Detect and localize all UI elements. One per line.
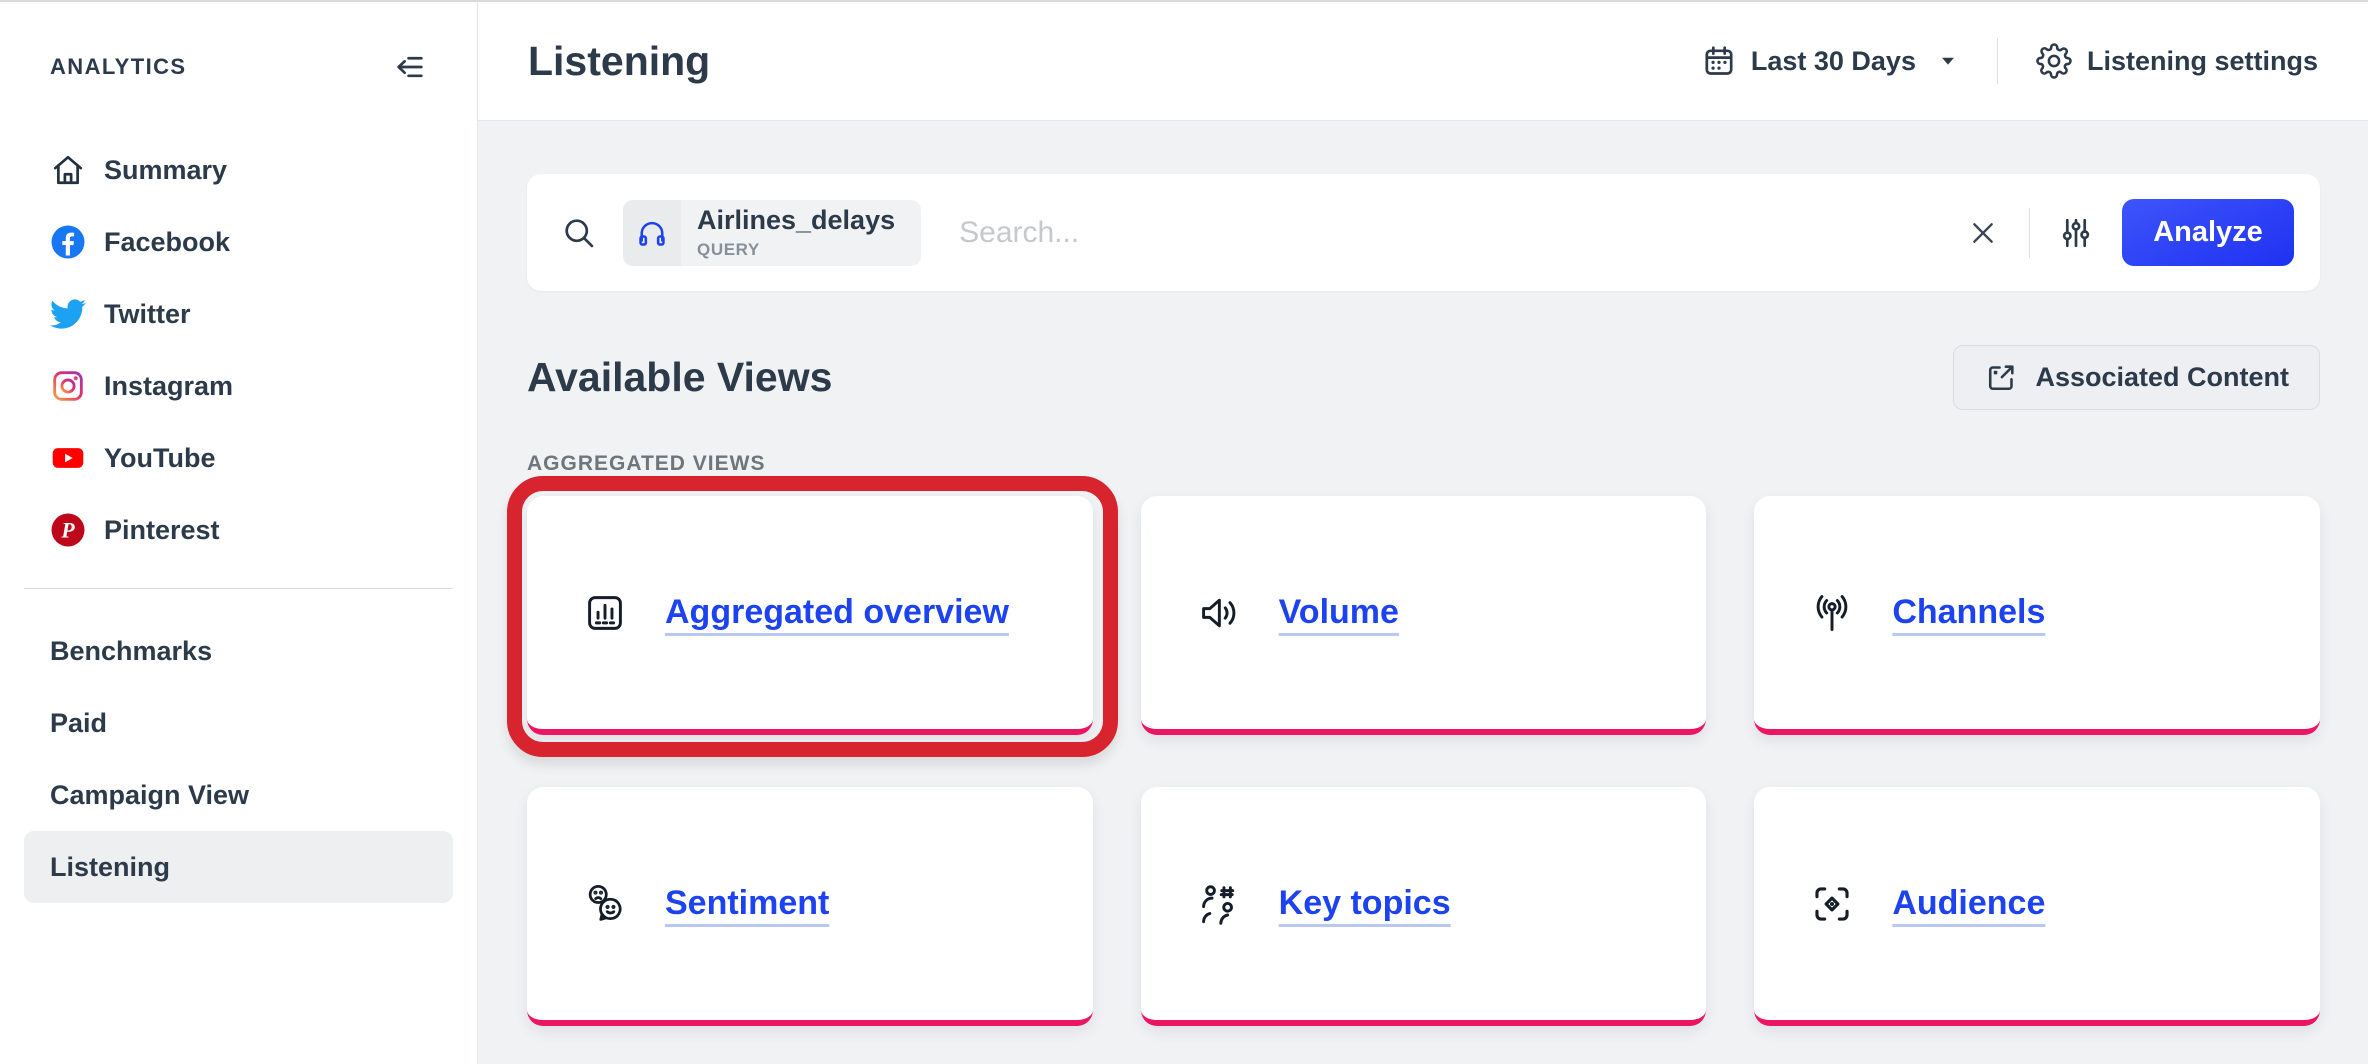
sidebar-item-youtube[interactable]: YouTube bbox=[24, 422, 453, 494]
pinterest-icon: P bbox=[50, 512, 86, 548]
channels-link[interactable]: Channels bbox=[1892, 593, 2045, 632]
clear-search-button[interactable] bbox=[1967, 217, 1999, 249]
volume-link[interactable]: Volume bbox=[1279, 593, 1399, 632]
sidebar-primary-nav: Summary Facebook Twitter bbox=[0, 134, 477, 566]
page-title: Listening bbox=[528, 38, 710, 85]
sidebar-item-campaign-view[interactable]: Campaign View bbox=[24, 759, 453, 831]
external-content-icon bbox=[1984, 361, 2018, 395]
sidebar-secondary-nav: Benchmarks Paid Campaign View Listening bbox=[0, 615, 477, 903]
associated-content-label: Associated Content bbox=[2035, 362, 2289, 393]
date-range-label: Last 30 Days bbox=[1751, 46, 1916, 77]
content-area: Airlines_delays QUERY bbox=[478, 121, 2368, 1064]
brand-label: ANALYTICS bbox=[50, 54, 186, 80]
sidebar-item-summary[interactable]: Summary bbox=[24, 134, 453, 206]
sidebar-item-label: Instagram bbox=[104, 371, 233, 402]
view-card-volume[interactable]: Volume bbox=[1141, 496, 1707, 735]
date-range-picker[interactable]: Last 30 Days bbox=[1702, 44, 1959, 78]
sidebar: ANALYTICS Summary bbox=[0, 2, 478, 1064]
sidebar-item-label: Summary bbox=[104, 155, 227, 186]
listening-settings-label: Listening settings bbox=[2087, 46, 2318, 77]
query-chip-label: Airlines_delays bbox=[697, 205, 895, 236]
page-header: Listening Last 30 Days bbox=[478, 2, 2368, 121]
main-area: Listening Last 30 Days bbox=[478, 2, 2368, 1064]
home-icon bbox=[50, 152, 86, 188]
sidebar-item-paid[interactable]: Paid bbox=[24, 687, 453, 759]
view-card-aggregated-overview[interactable]: Aggregated overview bbox=[527, 496, 1093, 735]
bar-chart-icon bbox=[583, 591, 627, 635]
sidebar-item-label: Twitter bbox=[104, 299, 191, 330]
view-card-key-topics[interactable]: Key topics bbox=[1141, 787, 1707, 1026]
search-input[interactable] bbox=[959, 216, 1967, 250]
sidebar-header: ANALYTICS bbox=[0, 2, 477, 84]
calendar-icon bbox=[1702, 44, 1736, 78]
query-chip[interactable]: Airlines_delays QUERY bbox=[623, 200, 921, 266]
sidebar-item-label: YouTube bbox=[104, 443, 215, 474]
sidebar-item-label: Benchmarks bbox=[50, 636, 212, 667]
sidebar-item-pinterest[interactable]: P Pinterest bbox=[24, 494, 453, 566]
views-title: Available Views bbox=[527, 354, 832, 401]
collapse-sidebar-icon bbox=[393, 50, 427, 84]
antenna-icon bbox=[1810, 591, 1854, 635]
aggregated-overview-link[interactable]: Aggregated overview bbox=[665, 593, 1009, 632]
sidebar-item-label: Listening bbox=[50, 852, 170, 883]
sidebar-divider bbox=[24, 588, 453, 589]
sliders-icon bbox=[2058, 215, 2094, 251]
analyze-button[interactable]: Analyze bbox=[2122, 199, 2294, 266]
search-filters-button[interactable] bbox=[2058, 215, 2094, 251]
header-divider bbox=[1997, 38, 1998, 84]
gear-icon bbox=[2036, 43, 2072, 79]
speaker-icon bbox=[1197, 591, 1241, 635]
close-icon bbox=[1967, 217, 1999, 249]
search-bar: Airlines_delays QUERY bbox=[527, 174, 2320, 291]
svg-text:P: P bbox=[60, 519, 75, 543]
sentiment-faces-icon bbox=[583, 882, 627, 926]
headphones-icon bbox=[623, 200, 681, 266]
sidebar-item-benchmarks[interactable]: Benchmarks bbox=[24, 615, 453, 687]
associated-content-button[interactable]: Associated Content bbox=[1953, 345, 2320, 410]
sidebar-item-label: Paid bbox=[50, 708, 107, 739]
listening-settings-button[interactable]: Listening settings bbox=[2036, 43, 2318, 79]
audience-focus-icon bbox=[1810, 882, 1854, 926]
search-divider bbox=[2029, 208, 2030, 258]
query-chip-type: QUERY bbox=[697, 240, 895, 260]
youtube-icon bbox=[50, 440, 86, 476]
twitter-icon bbox=[50, 296, 86, 332]
sidebar-item-instagram[interactable]: Instagram bbox=[24, 350, 453, 422]
audience-link[interactable]: Audience bbox=[1892, 884, 2045, 923]
header-actions: Last 30 Days Listening settings bbox=[1702, 38, 2318, 84]
views-header: Available Views Associated Content bbox=[527, 345, 2320, 410]
sentiment-link[interactable]: Sentiment bbox=[665, 884, 829, 923]
app-window: ANALYTICS Summary bbox=[0, 0, 2368, 1064]
view-card-audience[interactable]: Audience bbox=[1754, 787, 2320, 1026]
views-grid: Aggregated overview Volume bbox=[527, 496, 2320, 1026]
aggregated-views-label: AGGREGATED VIEWS bbox=[527, 452, 2320, 476]
facebook-icon bbox=[50, 224, 86, 260]
query-chip-text: Airlines_delays QUERY bbox=[681, 200, 921, 266]
key-topics-link[interactable]: Key topics bbox=[1279, 884, 1451, 923]
sidebar-item-facebook[interactable]: Facebook bbox=[24, 206, 453, 278]
search-icon bbox=[561, 215, 597, 251]
sidebar-item-label: Pinterest bbox=[104, 515, 220, 546]
view-card-sentiment[interactable]: Sentiment bbox=[527, 787, 1093, 1026]
collapse-sidebar-button[interactable] bbox=[393, 50, 427, 84]
sidebar-item-twitter[interactable]: Twitter bbox=[24, 278, 453, 350]
chevron-down-icon bbox=[1937, 50, 1959, 72]
instagram-icon bbox=[50, 368, 86, 404]
sidebar-item-listening[interactable]: Listening bbox=[24, 831, 453, 903]
view-card-channels[interactable]: Channels bbox=[1754, 496, 2320, 735]
sidebar-item-label: Facebook bbox=[104, 227, 230, 258]
key-topics-icon bbox=[1197, 882, 1241, 926]
sidebar-item-label: Campaign View bbox=[50, 780, 249, 811]
